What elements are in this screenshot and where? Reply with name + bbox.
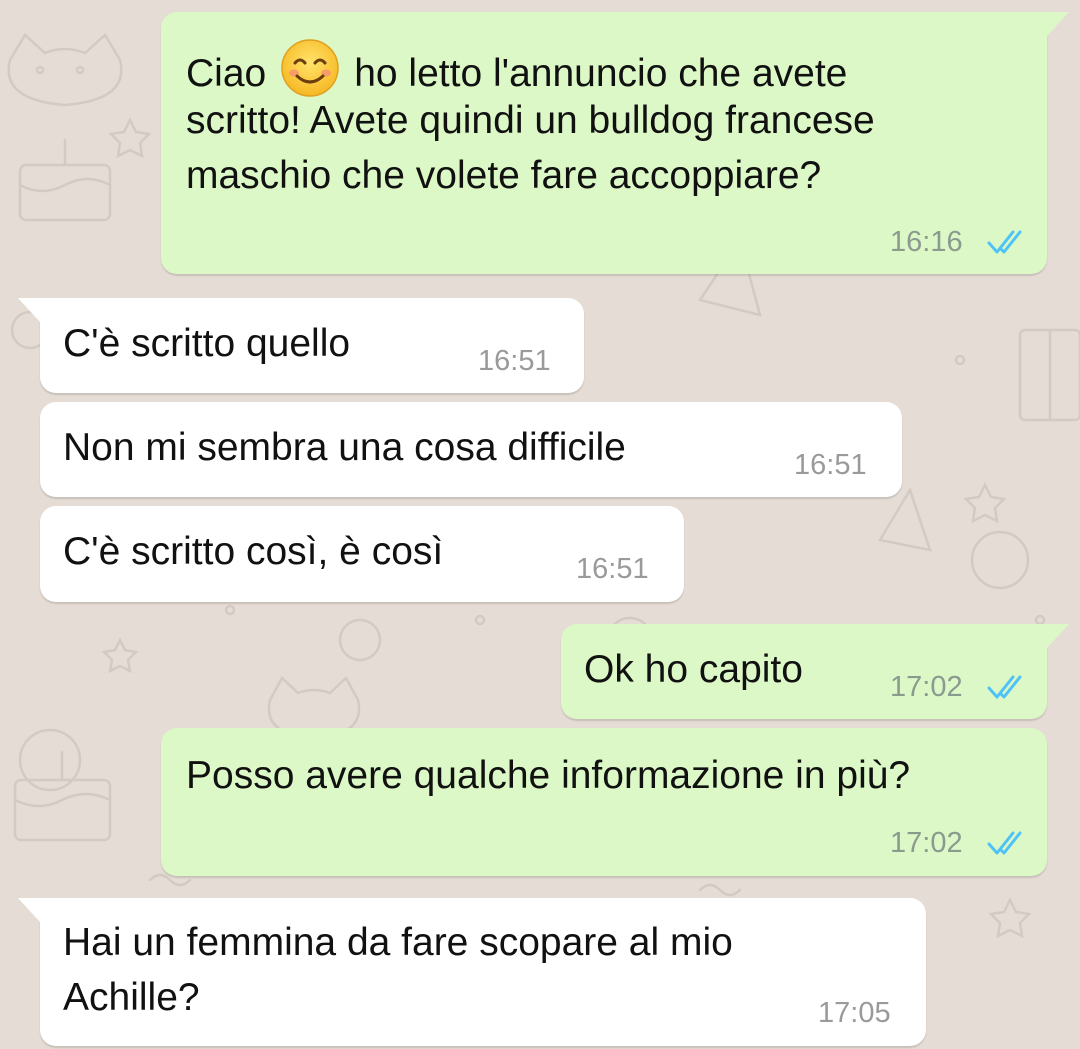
- message-text-line: Ciao ho letto l'annuncio che avete: [186, 38, 847, 101]
- message-bubble-incoming[interactable]: Non mi sembra una cosa difficile 16:51: [40, 402, 902, 497]
- message-text: Hai un femmina da fare scopare al mio: [63, 921, 733, 964]
- message-time: 17:02: [890, 671, 963, 703]
- message-time: 17:02: [890, 827, 963, 859]
- message-bubble-incoming[interactable]: Hai un femmina da fare scopare al mio Ac…: [18, 898, 926, 1046]
- message-time: 16:51: [576, 553, 649, 585]
- message-text: scritto! Avete quindi un bulldog frances…: [186, 99, 875, 142]
- message-text: ho letto l'annuncio che avete: [354, 52, 848, 95]
- message-text: Non mi sembra una cosa difficile: [63, 426, 626, 469]
- message-bubble-incoming[interactable]: C'è scritto così, è così 16:51: [40, 506, 684, 602]
- bubble-tail: [1047, 624, 1069, 648]
- read-double-check-icon: [987, 230, 1022, 254]
- bubble-tail: [18, 298, 40, 322]
- message-text: Ok ho capito: [584, 648, 803, 691]
- read-double-check-icon: [987, 831, 1022, 855]
- message-bubble-outgoing[interactable]: Posso avere qualche informazione in più?…: [161, 728, 1047, 876]
- bubble-tail: [18, 898, 40, 922]
- message-time: 16:51: [794, 449, 867, 481]
- message-time: 16:51: [478, 345, 551, 377]
- message-text: C'è scritto così, è così: [63, 530, 444, 573]
- message-text: Ciao: [186, 52, 267, 95]
- message-time: 17:05: [818, 997, 891, 1029]
- message-text: Achille?: [63, 976, 200, 1019]
- message-text: maschio che volete fare accoppiare?: [186, 154, 822, 197]
- message-text: Posso avere qualche informazione in più?: [186, 754, 911, 797]
- message-time: 16:16: [890, 226, 963, 258]
- read-double-check-icon: [987, 675, 1022, 699]
- message-bubble-incoming[interactable]: C'è scritto quello 16:51: [18, 298, 584, 393]
- bubble-tail: [1047, 12, 1069, 36]
- message-bubble-outgoing[interactable]: Ok ho capito 17:02: [561, 624, 1069, 719]
- smiling-face-emoji: [280, 38, 340, 98]
- message-bubble-outgoing[interactable]: Ciao ho letto l'annuncio che avete scritt…: [161, 12, 1069, 274]
- message-text: C'è scritto quello: [63, 322, 351, 365]
